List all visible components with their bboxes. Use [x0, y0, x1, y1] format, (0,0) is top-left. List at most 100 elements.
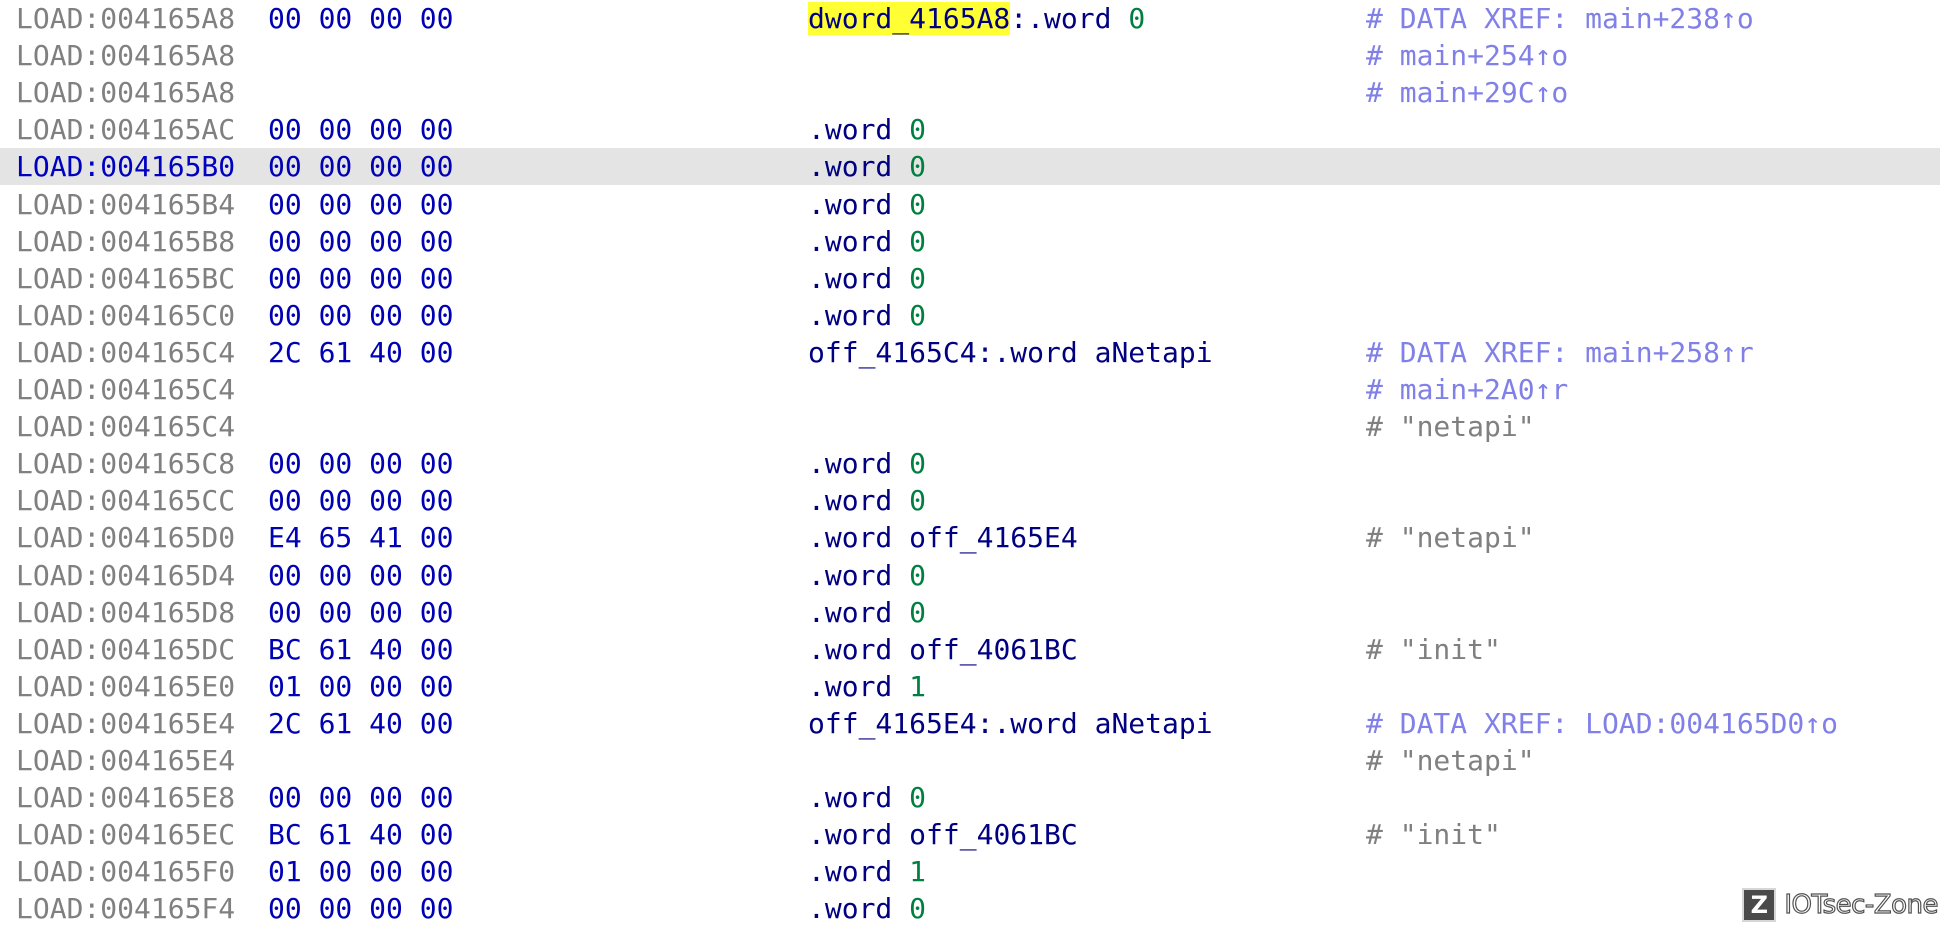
directive: .word: [808, 558, 893, 592]
address[interactable]: LOAD:004165DC: [16, 631, 235, 668]
directive: .word: [808, 298, 893, 332]
operand-symbol[interactable]: aNetapi: [1095, 336, 1213, 369]
directive: .word: [1027, 2, 1112, 35]
listing-row[interactable]: LOAD:004165C4 # main+2A0↑r: [0, 371, 1940, 408]
xref-comment[interactable]: # main+2A0↑r: [1366, 371, 1568, 408]
listing-row[interactable]: LOAD:004165E0 01 00 00 00 .word 1: [0, 668, 1940, 705]
address[interactable]: LOAD:004165B8: [16, 223, 235, 260]
instruction: .word off_4061BC: [808, 631, 1078, 668]
address[interactable]: LOAD:004165D0: [16, 519, 235, 556]
xref-comment[interactable]: # DATA XREF: main+238↑o: [1366, 0, 1754, 37]
disassembly-listing[interactable]: LOAD:004165A8 00 00 00 00 dword_4165A8: .wo…: [0, 0, 1946, 927]
instruction: .word 0: [808, 594, 926, 631]
address[interactable]: LOAD:004165E0: [16, 668, 235, 705]
address[interactable]: LOAD:004165A8: [16, 37, 235, 74]
opcode-bytes: 00 00 00 00: [268, 298, 454, 332]
address[interactable]: LOAD:004165D4: [16, 557, 235, 594]
listing-row[interactable]: LOAD:004165F0 01 00 00 00 .word 1: [0, 853, 1940, 890]
listing-row[interactable]: LOAD:004165CC 00 00 00 00 .word 0: [0, 482, 1940, 519]
listing-row[interactable]: LOAD:004165A8 00 00 00 00 dword_4165A8:.wo…: [0, 0, 1940, 37]
instruction: .word 0: [808, 482, 926, 519]
address[interactable]: LOAD:004165F0: [16, 853, 235, 890]
operand-value: 0: [909, 150, 927, 184]
address[interactable]: LOAD:004165C4: [16, 334, 235, 371]
string-comment: # "netapi": [1366, 410, 1535, 444]
instruction: .word 1: [808, 668, 926, 705]
listing-row[interactable]: LOAD:004165EC BC 61 40 00 .word off_4061BC…: [0, 816, 1940, 853]
operand-value: 1: [909, 855, 927, 889]
xref-comment[interactable]: # DATA XREF: LOAD:004165D0↑o: [1366, 705, 1838, 742]
operand-symbol[interactable]: off_4061BC: [909, 633, 1078, 666]
operand-symbol[interactable]: off_4165E4: [909, 521, 1078, 554]
address[interactable]: LOAD:004165CC: [16, 482, 235, 519]
listing-row[interactable]: LOAD:004165DC BC 61 40 00 .word off_4061BC…: [0, 631, 1940, 668]
data-label[interactable]: off_4165E4: [808, 707, 977, 740]
data-label[interactable]: dword_4165A8: [808, 2, 1011, 35]
operand-value: 0: [909, 113, 927, 147]
address[interactable]: LOAD:004165D8: [16, 594, 235, 631]
listing-row[interactable]: LOAD:004165D8 00 00 00 00 .word 0: [0, 594, 1940, 631]
listing-row[interactable]: LOAD:004165A8 # main+254↑o: [0, 37, 1940, 74]
opcode-bytes: E4 65 41 00: [268, 521, 454, 555]
opcode-bytes: BC 61 40 00: [268, 818, 454, 852]
listing-row[interactable]: LOAD:004165E8 00 00 00 00 .word 0: [0, 779, 1940, 816]
opcode-bytes: 01 00 00 00: [268, 855, 454, 889]
opcode-bytes: 00 00 00 00: [268, 595, 454, 629]
xref-comment[interactable]: # main+29C↑o: [1366, 74, 1568, 111]
instruction: off_4165C4:.word aNetapi: [808, 334, 1213, 371]
address[interactable]: LOAD:004165C4: [16, 408, 235, 445]
label-separator: :: [976, 335, 994, 369]
operand-value: 0: [909, 187, 927, 221]
operand-value: 0: [909, 558, 927, 592]
listing-row[interactable]: LOAD:004165B0 00 00 00 00 .word 0: [0, 148, 1940, 186]
listing-row[interactable]: LOAD:004165C4 2C 61 40 00 off_4165C4:.word…: [0, 334, 1940, 371]
address[interactable]: LOAD:004165C0: [16, 297, 235, 334]
directive: .word: [808, 484, 893, 518]
operand-value: 0: [909, 447, 927, 481]
instruction: .word off_4165E4: [808, 519, 1078, 556]
address[interactable]: LOAD:004165F4: [16, 890, 235, 927]
instruction: .word 0: [808, 260, 926, 297]
address[interactable]: LOAD:004165E4: [16, 705, 235, 742]
data-label[interactable]: off_4165C4: [808, 336, 977, 369]
address[interactable]: LOAD:004165EC: [16, 816, 235, 853]
address[interactable]: LOAD:004165E4: [16, 742, 235, 779]
opcode-bytes: 00 00 00 00: [268, 187, 454, 221]
listing-row[interactable]: LOAD:004165C4 # "netapi": [0, 408, 1940, 445]
address[interactable]: LOAD:004165BC: [16, 260, 235, 297]
opcode-bytes: 00 00 00 00: [268, 781, 454, 815]
address[interactable]: LOAD:004165E8: [16, 779, 235, 816]
listing-row[interactable]: LOAD:004165D0 E4 65 41 00 .word off_4165E4…: [0, 519, 1940, 556]
instruction: .word 0: [808, 186, 926, 223]
operand-value: 0: [909, 298, 927, 332]
directive: .word: [808, 447, 893, 481]
listing-row[interactable]: LOAD:004165C0 00 00 00 00 .word 0: [0, 297, 1940, 334]
address[interactable]: LOAD:004165A8: [16, 0, 235, 37]
listing-row[interactable]: LOAD:004165D4 00 00 00 00 .word 0: [0, 557, 1940, 594]
directive: .word: [808, 595, 893, 629]
listing-row[interactable]: LOAD:004165F4 00 00 00 00 .word 0: [0, 890, 1940, 927]
xref-comment[interactable]: # DATA XREF: main+258↑r: [1366, 334, 1754, 371]
opcode-bytes: 01 00 00 00: [268, 669, 454, 703]
listing-row[interactable]: LOAD:004165AC 00 00 00 00 .word 0: [0, 111, 1940, 148]
address[interactable]: LOAD:004165AC: [16, 111, 235, 148]
address[interactable]: LOAD:004165C4: [16, 371, 235, 408]
instruction: .word 0: [808, 779, 926, 816]
watermark: Z IOTsec-Zone: [1742, 885, 1939, 925]
listing-row[interactable]: LOAD:004165C8 00 00 00 00 .word 0: [0, 445, 1940, 482]
address[interactable]: LOAD:004165A8: [16, 74, 235, 111]
xref-comment[interactable]: # main+254↑o: [1366, 37, 1568, 74]
listing-row[interactable]: LOAD:004165A8 # main+29C↑o: [0, 74, 1940, 111]
opcode-bytes: 00 00 00 00: [268, 484, 454, 518]
listing-row[interactable]: LOAD:004165B8 00 00 00 00 .word 0: [0, 223, 1940, 260]
listing-row[interactable]: LOAD:004165B4 00 00 00 00 .word 0: [0, 186, 1940, 223]
address[interactable]: LOAD:004165C8: [16, 445, 235, 482]
listing-row[interactable]: LOAD:004165BC 00 00 00 00 .word 0: [0, 260, 1940, 297]
operand-symbol[interactable]: off_4061BC: [909, 818, 1078, 851]
opcode-bytes: 2C 61 40 00: [268, 335, 454, 369]
address[interactable]: LOAD:004165B0: [16, 148, 235, 185]
address[interactable]: LOAD:004165B4: [16, 186, 235, 223]
listing-row[interactable]: LOAD:004165E4 # "netapi": [0, 742, 1940, 779]
listing-row[interactable]: LOAD:004165E4 2C 61 40 00 off_4165E4:.word…: [0, 705, 1940, 742]
operand-symbol[interactable]: aNetapi: [1095, 707, 1213, 740]
